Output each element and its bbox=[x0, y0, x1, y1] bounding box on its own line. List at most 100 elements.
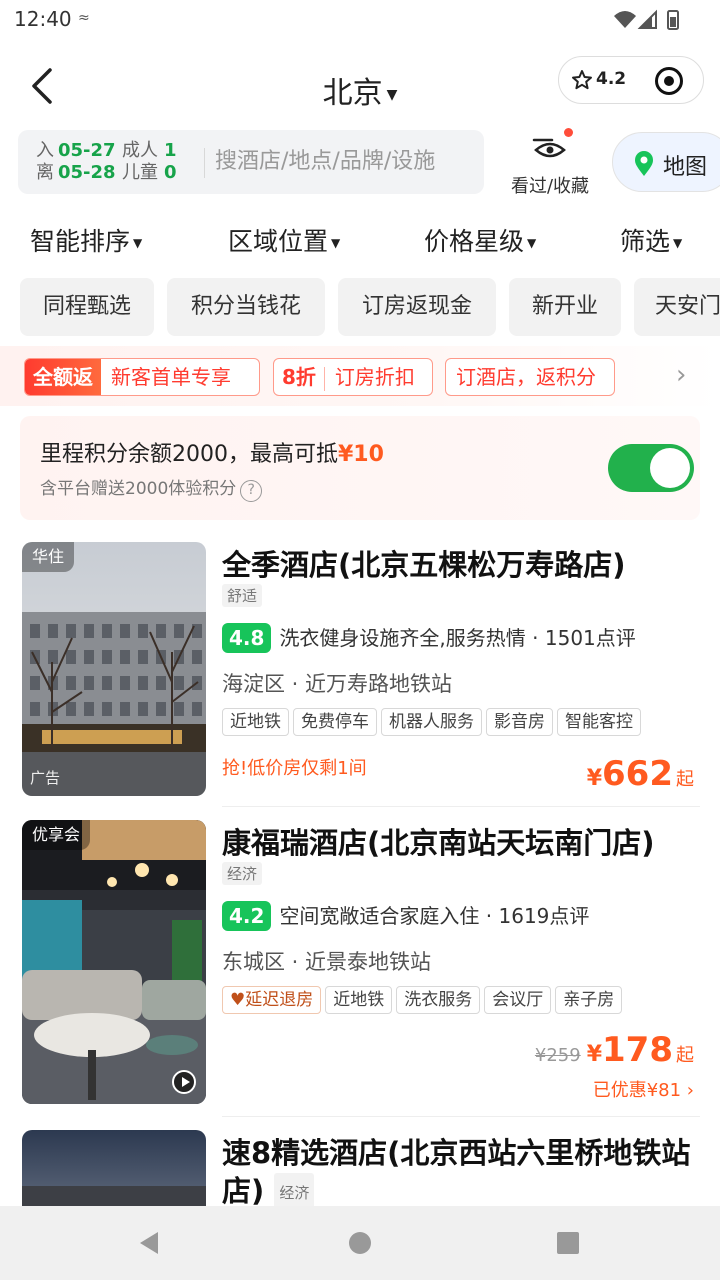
children-count: 0 bbox=[164, 162, 177, 183]
video-play-icon[interactable] bbox=[172, 1070, 196, 1094]
sort-smart-label: 智能排序 bbox=[30, 227, 131, 256]
hotel-image bbox=[22, 542, 206, 796]
price-suffix: 起 bbox=[676, 1045, 694, 1066]
chip-new-open[interactable]: 新开业 bbox=[509, 278, 621, 336]
hotel-tag: 免费停车 bbox=[293, 708, 377, 736]
sort-smart[interactable]: 智能排序 ▼ bbox=[30, 222, 142, 258]
discount-saved[interactable]: 已优惠¥81 › bbox=[593, 1076, 694, 1102]
review-line: 4.2 空间宽敞适合家庭入住 · 1619点评 bbox=[222, 900, 589, 931]
hotel-card[interactable]: 速8精选酒店(北京西站六里桥地铁站店) 经济 bbox=[0, 1130, 720, 1206]
hotel-card[interactable]: 华住 广告 全季酒店(北京五棵松万寿路店) 舒适 4.8 洗衣健身设施齐全,服务热… bbox=[0, 542, 720, 802]
hotel-photo[interactable]: 优享会 bbox=[22, 820, 206, 1104]
checkin-label: 入 bbox=[36, 140, 54, 161]
checkout-label: 离 bbox=[36, 162, 54, 183]
hotel-tag: 机器人服务 bbox=[381, 708, 482, 736]
promo-text: 订房折扣 bbox=[334, 365, 415, 389]
hotel-tag: 近地铁 bbox=[222, 708, 289, 736]
low-stock-notice: 抢!低价房仅剩1间 bbox=[222, 758, 367, 779]
chip-tiananmen[interactable]: 天安门 bbox=[634, 278, 720, 336]
help-icon[interactable]: ? bbox=[240, 480, 263, 502]
points-subtext: 含平台赠送2000体验积分? bbox=[40, 474, 263, 502]
promo-text: 订酒店，返积分 bbox=[456, 365, 596, 389]
notification-icon: ≈ bbox=[78, 10, 90, 26]
chip-cashback[interactable]: 订房返现金 bbox=[338, 278, 496, 336]
hotel-photo[interactable] bbox=[22, 1130, 206, 1206]
hotel-image bbox=[22, 820, 206, 1104]
hotel-level: 经济 bbox=[222, 862, 263, 885]
sort-area[interactable]: 区域位置 ▼ bbox=[228, 222, 340, 258]
hotel-level-line: 经济 bbox=[222, 862, 263, 885]
capsule-rating: 4.2 bbox=[596, 69, 627, 89]
search-input[interactable]: 搜酒店/地点/品牌/设施 bbox=[204, 148, 435, 178]
caret-down-icon: ▼ bbox=[133, 236, 143, 250]
hotel-photo[interactable]: 华住 广告 bbox=[22, 542, 206, 796]
hotel-image bbox=[22, 1130, 206, 1206]
promo-lead: 8折 bbox=[282, 365, 316, 389]
signal-battery-icon bbox=[614, 9, 679, 30]
points-card: 里程积分余额2000，最高可抵¥10 含平台赠送2000体验积分? bbox=[20, 416, 700, 520]
sort-filter[interactable]: 筛选 ▼ bbox=[620, 222, 682, 258]
hotel-price: ¥662 起 bbox=[587, 754, 694, 794]
sort-price-star[interactable]: 价格星级 ▼ bbox=[424, 222, 536, 258]
sort-area-label: 区域位置 bbox=[228, 227, 329, 256]
points-max-deduct: ¥10 bbox=[338, 442, 384, 467]
viewed-favorites-button[interactable]: 看过/收藏 bbox=[500, 128, 600, 198]
hotel-tags: ♥延迟退房 近地铁 洗衣服务 会议厅 亲子房 bbox=[222, 986, 702, 1016]
search-box[interactable]: 入 05-27 离 05-28 成人 1 儿童 0 搜酒店/地点/品牌/设施 bbox=[18, 130, 484, 194]
promo-lead: 全额返 bbox=[25, 359, 101, 395]
original-price: ¥259 bbox=[534, 1045, 581, 1066]
promo-discount[interactable]: 8折 订房折扣 bbox=[273, 358, 433, 396]
hotel-level: 舒适 bbox=[222, 584, 263, 607]
hotel-location: 海淀区 · 近万寿路地铁站 bbox=[222, 672, 453, 696]
hotel-name[interactable]: 全季酒店(北京五棵松万寿路店) bbox=[222, 546, 702, 584]
chip-points-as-cash[interactable]: 积分当钱花 bbox=[167, 278, 325, 336]
price-value: 178 bbox=[602, 1030, 673, 1070]
map-label: 地图 bbox=[663, 155, 708, 180]
adults-count: 1 bbox=[164, 140, 177, 161]
hotel-level-line: 舒适 bbox=[222, 584, 263, 607]
date-range[interactable]: 入 05-27 离 05-28 bbox=[36, 140, 120, 184]
notification-dot bbox=[564, 128, 573, 137]
hotel-name[interactable]: 康福瑞酒店(北京南站天坛南门店) bbox=[222, 824, 702, 862]
heart-icon: ♥ bbox=[230, 990, 246, 1010]
points-sub-text: 含平台赠送2000体验积分 bbox=[40, 479, 237, 499]
city-name: 北京 bbox=[322, 76, 383, 111]
target-icon[interactable] bbox=[655, 67, 683, 95]
nav-recents-icon[interactable] bbox=[555, 1230, 581, 1256]
children-label: 儿童 bbox=[122, 162, 158, 183]
star-icon[interactable] bbox=[571, 69, 593, 91]
points-main-text: 里程积分余额2000，最高可抵 bbox=[40, 442, 338, 467]
price-suffix: 起 bbox=[676, 769, 694, 790]
hotel-tag-text: 延迟退房 bbox=[245, 990, 314, 1010]
promo-strip[interactable]: 全额返 新客首单专享 8折 订房折扣 订酒店，返积分 › bbox=[0, 346, 720, 406]
hotel-name[interactable]: 速8精选酒店(北京西站六里桥地铁站店) 经济 bbox=[222, 1134, 692, 1206]
currency-symbol: ¥ bbox=[586, 766, 603, 791]
hotel-tag: 影音房 bbox=[486, 708, 553, 736]
mini-program-capsule[interactable]: 4.2 bbox=[558, 56, 704, 104]
hotel-tag: 洗衣服务 bbox=[396, 986, 481, 1014]
promo-full-refund[interactable]: 全额返 新客首单专享 bbox=[24, 358, 260, 396]
points-toggle[interactable] bbox=[608, 444, 694, 492]
status-bar: 12:40 ≈ bbox=[0, 0, 720, 40]
hotel-tag: 近地铁 bbox=[325, 986, 393, 1014]
membership-badge: 优享会 bbox=[22, 820, 91, 850]
hotel-card[interactable]: 优享会 康福瑞酒店(北京南站天坛南门店) 经济 4.2 空间宽敞适合家庭入住 · … bbox=[0, 820, 720, 1110]
review-summary: 空间宽敞适合家庭入住 · 1619点评 bbox=[279, 904, 590, 928]
rating-badge: 4.8 bbox=[222, 623, 272, 653]
sort-filter-label: 筛选 bbox=[620, 227, 671, 256]
promo-points-back[interactable]: 订酒店，返积分 bbox=[445, 358, 615, 396]
checkin-date: 05-27 bbox=[58, 140, 116, 161]
chevron-right-icon[interactable]: › bbox=[676, 360, 686, 390]
map-button[interactable]: 地图 bbox=[612, 132, 720, 192]
rating-badge: 4.2 bbox=[222, 901, 272, 931]
sort-price-star-label: 价格星级 bbox=[424, 227, 525, 256]
chip-tongcheng-select[interactable]: 同程甄选 bbox=[20, 278, 154, 336]
status-time: 12:40 bbox=[14, 7, 72, 31]
nav-back-icon[interactable] bbox=[136, 1230, 162, 1256]
guest-count[interactable]: 成人 1 儿童 0 bbox=[122, 140, 177, 184]
hotel-price: ¥259 ¥178 起 bbox=[535, 1030, 694, 1070]
review-line: 4.8 洗衣健身设施齐全,服务热情 · 1501点评 bbox=[222, 622, 636, 653]
hotel-tags: 近地铁 免费停车 机器人服务 影音房 智能客控 bbox=[222, 708, 702, 738]
promo-text: 新客首单专享 bbox=[111, 365, 231, 389]
nav-home-icon[interactable] bbox=[347, 1230, 373, 1256]
